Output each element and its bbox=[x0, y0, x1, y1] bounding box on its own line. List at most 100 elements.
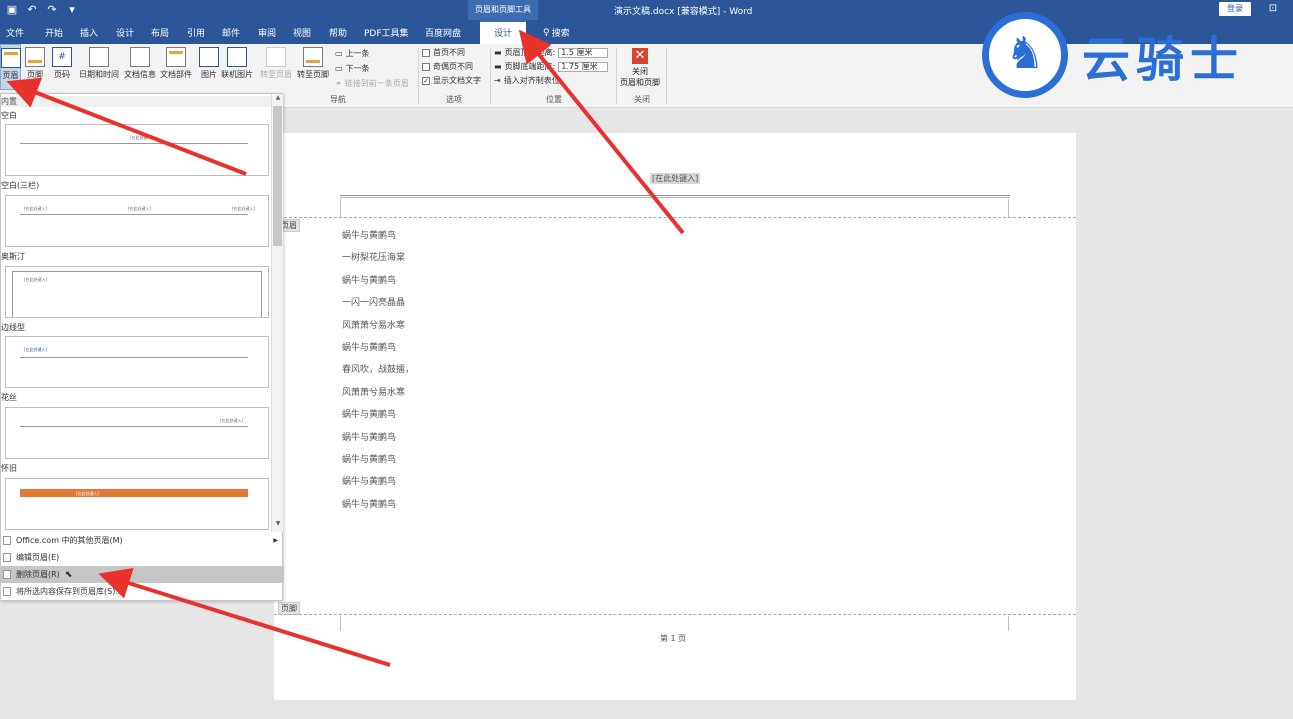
header-rule bbox=[340, 195, 1010, 196]
group-separator bbox=[666, 48, 667, 104]
footer-button[interactable]: 页脚 bbox=[25, 47, 45, 80]
tab-review[interactable]: 审阅 bbox=[258, 26, 276, 39]
quickparts-label: 文档部件 bbox=[160, 70, 192, 79]
document-line[interactable]: 蜗牛与黄鹂鸟 bbox=[342, 340, 414, 362]
goto-footer-label: 转至页脚 bbox=[297, 70, 329, 79]
page-number-label: 页码 bbox=[54, 70, 70, 79]
ribbon-display-options-icon[interactable]: ⊡ bbox=[1267, 3, 1279, 15]
header-icon bbox=[1, 48, 21, 68]
header-gallery: 内置 空白 [在此处键入] 空白(三栏) [在此处键入] [在此处键入] [在此… bbox=[1, 94, 271, 532]
header-button[interactable]: 页眉 bbox=[0, 44, 21, 90]
thumb-placeholder: [在此处键入] bbox=[128, 206, 152, 211]
show-document-text-checkbox[interactable]: ✓ 显示文档文字 bbox=[422, 75, 481, 86]
previous-icon: ▭ bbox=[335, 49, 343, 58]
close-header-footer-button[interactable]: ✕ 关闭 页眉和页脚 bbox=[620, 48, 660, 88]
next-label: 下一条 bbox=[345, 64, 370, 73]
odd-even-different-checkbox[interactable]: 奇偶页不同 bbox=[422, 61, 473, 72]
document-body[interactable]: 蜗牛与黄鹂鸟 一树梨花压海棠 蜗牛与黄鹂鸟 一闪一闪亮晶晶 风萧萧兮易水寒 蜗牛与黄鹂鸟春… bbox=[342, 228, 414, 519]
goto-header-button[interactable]: 转至页眉 bbox=[260, 47, 292, 80]
undo-icon[interactable]: ↶ bbox=[26, 3, 38, 16]
gallery-item-filigree[interactable]: [在此处键入] bbox=[5, 407, 269, 459]
gallery-item-retrospect[interactable]: [在此处键入] bbox=[5, 478, 269, 530]
insert-align-tab-button[interactable]: ⇥ 插入对齐制表位 bbox=[494, 75, 560, 86]
save-icon[interactable]: ▣ bbox=[6, 3, 18, 16]
tab-mailings[interactable]: 邮件 bbox=[222, 26, 240, 39]
gallery-scrollbar[interactable]: ▲ ▼ bbox=[271, 94, 283, 532]
next-button[interactable]: ▭ 下一条 bbox=[335, 63, 370, 74]
tab-pdf-tools[interactable]: PDF工具集 bbox=[364, 26, 409, 39]
scroll-down-icon[interactable]: ▼ bbox=[272, 520, 284, 530]
save-to-gallery-label: 将所选内容保存到页眉库(S)... bbox=[16, 587, 123, 596]
gallery-item-blank-three-column[interactable]: [在此处键入] [在此处键入] [在此处键入] bbox=[5, 195, 269, 247]
more-office-headers-item[interactable]: Office.com 中的其他页眉(M) ▶ bbox=[1, 532, 284, 549]
goto-footer-button[interactable]: 转至页脚 bbox=[297, 47, 329, 80]
document-line[interactable]: 蜗牛与黄鹂鸟 bbox=[342, 430, 414, 452]
close-icon: ✕ bbox=[632, 48, 648, 64]
search-box[interactable]: ♀ 搜索 bbox=[543, 26, 570, 40]
show-document-text-label: 显示文档文字 bbox=[433, 76, 481, 85]
document-page[interactable]: [在此处键入] 页眉 蜗牛与黄鹂鸟 一树梨花压海棠 蜗牛与黄鹂鸟 一闪一闪亮晶晶 风萧萧… bbox=[274, 133, 1076, 700]
goto-header-icon bbox=[266, 47, 286, 67]
document-line[interactable]: 一树梨花压海棠 bbox=[342, 250, 414, 272]
quick-access-toolbar: ▣ ↶ ↷ ▾ bbox=[6, 3, 78, 16]
tab-insert[interactable]: 插入 bbox=[80, 26, 98, 39]
page-number-button[interactable]: # 页码 bbox=[52, 47, 72, 80]
tab-design-doc[interactable]: 设计 bbox=[116, 26, 134, 39]
document-line[interactable]: 风萧萧兮易水寒 bbox=[342, 385, 414, 407]
customize-icon[interactable]: ▾ bbox=[66, 3, 78, 16]
more-office-headers-label: Office.com 中的其他页眉(M) bbox=[16, 536, 123, 545]
document-line[interactable]: 一闪一闪亮晶晶 bbox=[342, 295, 414, 317]
checkmark-icon: ✓ bbox=[422, 76, 430, 85]
gallery-item-austin[interactable]: [在此处键入] bbox=[5, 266, 269, 318]
online-picture-label: 联机图片 bbox=[221, 70, 253, 79]
picture-button[interactable]: 图片 bbox=[199, 47, 219, 80]
document-title: 演示文稿.docx [兼容模式] - Word bbox=[614, 7, 753, 17]
goto-footer-icon bbox=[303, 47, 323, 67]
tab-references[interactable]: 引用 bbox=[187, 26, 205, 39]
header-top-input[interactable]: 1.5 厘米 bbox=[558, 47, 609, 58]
office-icon bbox=[3, 536, 11, 545]
tab-header-footer-design[interactable]: 设计 bbox=[480, 20, 526, 44]
tab-layout[interactable]: 布局 bbox=[151, 26, 169, 39]
tab-baidu-netdisk[interactable]: 百度网盘 bbox=[425, 26, 461, 39]
link-previous-button[interactable]: ⚭ 链接到前一条页眉 bbox=[335, 78, 409, 89]
edit-header-item[interactable]: 编辑页眉(E) bbox=[1, 549, 284, 566]
tab-file[interactable]: 文件 bbox=[6, 26, 24, 39]
gallery-item-sideline[interactable]: [在此处键入] bbox=[5, 336, 269, 388]
document-line[interactable]: 风萧萧兮易水寒 bbox=[342, 318, 414, 340]
mouse-cursor-icon: ⬉ bbox=[64, 569, 73, 580]
document-line[interactable]: 蜗牛与黄鹂鸟 bbox=[342, 452, 414, 474]
document-info-icon bbox=[130, 47, 150, 67]
document-line[interactable]: 蜗牛与黄鹂鸟 bbox=[342, 273, 414, 295]
document-line[interactable]: 蜗牛与黄鹂鸟 bbox=[342, 474, 414, 496]
margin-mark bbox=[1008, 616, 1009, 631]
thumb-placeholder: [在此处键入] bbox=[24, 347, 48, 352]
online-picture-button[interactable]: 联机图片 bbox=[221, 47, 253, 80]
previous-button[interactable]: ▭ 上一条 bbox=[335, 48, 370, 59]
thumb-placeholder: [在此处键入] bbox=[24, 206, 48, 211]
calendar-icon bbox=[89, 47, 109, 67]
gallery-item-blank[interactable]: [在此处键入] bbox=[5, 124, 269, 176]
picture-label: 图片 bbox=[201, 70, 217, 79]
document-line[interactable]: 蜗牛与黄鹂鸟 bbox=[342, 228, 414, 250]
document-line[interactable]: 蜗牛与黄鹂鸟 bbox=[342, 497, 414, 519]
scroll-up-icon[interactable]: ▲ bbox=[272, 94, 284, 104]
footer-bottom-input[interactable]: 1.75 厘米 bbox=[558, 61, 609, 72]
document-line[interactable]: 蜗牛与黄鹂鸟 bbox=[342, 407, 414, 429]
group-label-nav: 导航 bbox=[330, 95, 346, 104]
docinfo-button[interactable]: 文档信息 bbox=[124, 47, 156, 80]
scroll-thumb[interactable] bbox=[273, 106, 282, 246]
footer-button-label: 页脚 bbox=[27, 70, 43, 79]
tab-help[interactable]: 帮助 bbox=[329, 26, 347, 39]
online-picture-icon bbox=[227, 47, 247, 67]
datetime-button[interactable]: 日期和时间 bbox=[79, 47, 119, 80]
document-line[interactable]: 春风吹，战鼓擂， bbox=[342, 362, 414, 384]
remove-header-item[interactable]: 删除页眉(R) ⬉ bbox=[1, 566, 284, 583]
first-page-different-checkbox[interactable]: 首页不同 bbox=[422, 47, 465, 58]
tab-view[interactable]: 视图 bbox=[293, 26, 311, 39]
header-placeholder[interactable]: [在此处键入] bbox=[650, 173, 701, 184]
tab-home[interactable]: 开始 bbox=[45, 26, 63, 39]
redo-icon[interactable]: ↷ bbox=[46, 3, 58, 16]
quickparts-button[interactable]: 文档部件 bbox=[160, 47, 192, 80]
save-to-gallery-item[interactable]: 将所选内容保存到页眉库(S)... bbox=[1, 583, 284, 600]
